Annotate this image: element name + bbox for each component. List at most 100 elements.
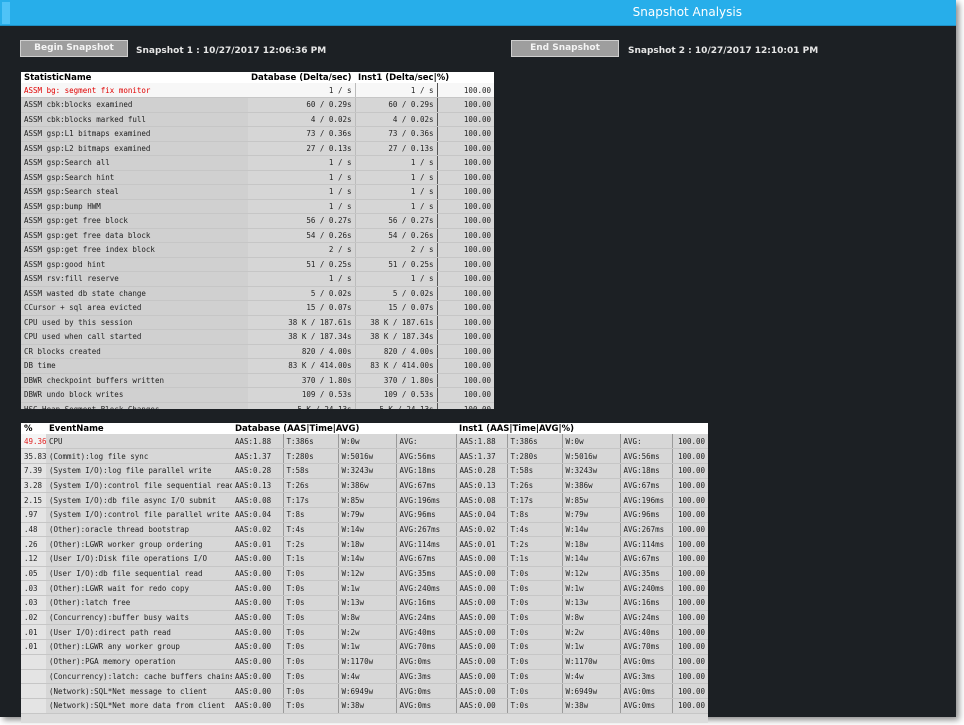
event-row[interactable]: .02 (Concurrency):buffer busy waits AAS:0.…: [21, 610, 708, 626]
db-time-cell: T:0s: [282, 566, 338, 582]
statistics-row[interactable]: CR blocks created 820 / 4.00s 820 / 4.00s 1…: [21, 344, 494, 359]
database-delta-cell: 370 / 1.80s: [248, 373, 355, 388]
statistics-row[interactable]: ASSM gsp:get free data block 54 / 0.26s 54…: [21, 228, 494, 243]
event-row[interactable]: (Network):SQL*Net more data from client A…: [21, 698, 708, 714]
inst1-percent-cell: 100.00: [436, 184, 494, 200]
db-time-cell: T:26s: [282, 478, 338, 494]
statistics-row[interactable]: ASSM gsp:L1 bitmaps examined 73 / 0.36s 73…: [21, 126, 494, 142]
statistics-row[interactable]: ASSM gsp:Search all 1 / s1 / s 100.00: [21, 155, 494, 171]
inst-avg-cell: AVG:16ms: [619, 595, 673, 611]
statistics-header-row: StatisticName Database (Delta/sec) Inst1…: [21, 72, 494, 83]
inst-time-cell: T:280s: [506, 448, 563, 464]
event-row[interactable]: 2.15 (System I/O):db file async I/O submi…: [21, 492, 708, 508]
statistics-table: StatisticName Database (Delta/sec) Inst1…: [21, 72, 494, 409]
db-aas-cell: AAS:0.00: [232, 595, 283, 611]
database-delta-cell: 56 / 0.27s: [248, 213, 355, 229]
statistics-row[interactable]: ASSM bg: segment fix monitor 1 / s1 / s 10…: [21, 83, 494, 98]
event-row[interactable]: .03 (Other):LGWR wait for redo copy AAS:0.…: [21, 580, 708, 597]
event-name-cell: (Other):oracle thread bootstrap: [46, 522, 232, 538]
statistics-row[interactable]: ASSM gsp:bump HWM 1 / s1 / s 100.00: [21, 199, 494, 214]
database-delta-cell: 27 / 0.13s: [248, 141, 355, 156]
statistics-row[interactable]: HSC Heap Segment Block Changes5 K / 24.1…: [21, 402, 494, 409]
event-row[interactable]: 3.28 (System I/O):control file sequential…: [21, 478, 708, 494]
event-row[interactable]: .26 (Other):LGWR worker group ordering AAS…: [21, 536, 708, 552]
db-aas-cell: AAS:1.37: [232, 448, 283, 464]
statistics-row[interactable]: ASSM gsp:good hint 51 / 0.25s 51 / 0.25s 10…: [21, 257, 494, 272]
inst-aas-cell: AAS:1.88: [455, 434, 508, 450]
percent-cell: .05: [21, 566, 46, 582]
percent-cell: 35.83: [21, 448, 46, 464]
col-header-inst1-aas[interactable]: Inst1 (AAS|Time|AVG|%): [456, 423, 708, 434]
inst-avg-cell: AVG:267ms: [619, 522, 673, 538]
event-row[interactable]: .12 (User I/O):Disk file operations I/O AA…: [21, 551, 708, 567]
col-header-database-delta[interactable]: Database (Delta/sec): [248, 72, 355, 83]
event-row[interactable]: .97 (System I/O):control file parallel wr…: [21, 507, 708, 523]
statistics-row[interactable]: DBWR checkpoint buffers written 370 / 1.8…: [21, 373, 494, 388]
percent-cell: .12: [21, 551, 46, 567]
statistics-row[interactable]: ASSM gsp:L2 bitmaps examined 27 / 0.13s 27…: [21, 141, 494, 156]
statistics-row[interactable]: CPU used by this session 38 K / 187.61s 38…: [21, 315, 494, 330]
inst-waits-cell: W:1170w: [561, 654, 621, 670]
db-waits-cell: W:12w: [337, 566, 396, 582]
inst-aas-cell: AAS:0.00: [455, 566, 508, 582]
statistics-row[interactable]: DBWR undo block writes 109 / 0.53s 109 / 0…: [21, 387, 494, 403]
col-header-inst1-delta[interactable]: Inst1 (Delta/sec|%): [355, 72, 494, 83]
col-header-event-name[interactable]: EventName: [46, 423, 232, 434]
inst-avg-cell: AVG:67ms: [619, 478, 673, 494]
db-avg-cell: AVG:114ms: [395, 536, 457, 552]
statistics-row[interactable]: ASSM cbk:blocks examined 60 / 0.29s 60 / 0…: [21, 97, 494, 113]
inst-percent-cell: 100.00: [671, 448, 708, 464]
db-avg-cell: AVG:0ms: [395, 654, 457, 670]
db-waits-cell: W:386w: [337, 478, 396, 494]
inst1-percent-cell: 100.00: [436, 170, 494, 185]
statistics-row[interactable]: DB time 83 K / 414.00s 83 K / 414.00s 100.0…: [21, 358, 494, 374]
statistics-row[interactable]: ASSM gsp:Search steal 1 / s1 / s 100.00: [21, 184, 494, 200]
inst-aas-cell: AAS:0.00: [455, 698, 508, 714]
inst1-percent-cell: 100.00: [436, 213, 494, 229]
database-delta-cell: 2 / s: [248, 242, 355, 258]
statistics-row[interactable]: ASSM cbk:blocks marked full 4 / 0.02s 4 / …: [21, 112, 494, 127]
event-row[interactable]: 49.36 CPU AAS:1.88 T:386s W:0w AVG: AAS:1.88 T:…: [21, 434, 708, 450]
event-row[interactable]: .48 (Other):oracle thread bootstrap AAS:0.…: [21, 522, 708, 538]
event-row[interactable]: .01 (Other):LGWR any worker group AAS:0.00…: [21, 639, 708, 655]
event-row[interactable]: .05 (User I/O):db file sequential read AAS…: [21, 566, 708, 582]
inst-avg-cell: AVG:67ms: [619, 551, 673, 567]
begin-snapshot-button[interactable]: Begin Snapshot: [20, 40, 128, 57]
db-avg-cell: AVG:16ms: [395, 595, 457, 611]
event-row[interactable]: (Network):SQL*Net message to client AAS:0…: [21, 683, 708, 699]
statistics-row[interactable]: CCursor + sql area evicted 15 / 0.07s 15 /…: [21, 300, 494, 316]
inst1-delta-cell: 83 K / 414.00s: [354, 358, 437, 374]
inst-percent-cell: 100.00: [671, 580, 708, 597]
event-row[interactable]: .01 (User I/O):direct path read AAS:0.00 T:…: [21, 624, 708, 641]
window-system-icon[interactable]: [2, 2, 10, 24]
inst1-delta-cell: 54 / 0.26s: [354, 228, 437, 243]
col-header-statistic-name[interactable]: StatisticName: [21, 72, 248, 83]
inst-time-cell: T:0s: [506, 639, 563, 655]
statistics-row[interactable]: ASSM gsp:get free index block 2 / s2 / s1…: [21, 242, 494, 258]
inst-percent-cell: 100.00: [671, 683, 708, 699]
event-row[interactable]: (Other):PGA memory operation AAS:0.00 T:0s…: [21, 654, 708, 670]
event-row[interactable]: 7.39 (System I/O):log file parallel write…: [21, 463, 708, 479]
db-aas-cell: AAS:0.28: [232, 463, 283, 479]
database-delta-cell: 5 / 0.02s: [248, 286, 355, 301]
db-waits-cell: W:14w: [337, 551, 396, 567]
statistics-row[interactable]: ASSM rsv:fill reserve 1 / s1 / s 100.00: [21, 271, 494, 287]
inst-avg-cell: AVG:24ms: [619, 610, 673, 626]
end-snapshot-button[interactable]: End Snapshot: [511, 40, 619, 57]
db-time-cell: T:0s: [282, 624, 338, 641]
statistics-row[interactable]: CPU used when call started 38 K / 187.34s…: [21, 329, 494, 345]
event-row[interactable]: .03 (Other):latch free AAS:0.00 T:0s W:13w AV…: [21, 595, 708, 611]
statistics-row[interactable]: ASSM gsp:get free block 56 / 0.27s 56 / 0.…: [21, 213, 494, 229]
col-header-percent[interactable]: %: [21, 423, 46, 434]
db-waits-cell: W:14w: [337, 522, 396, 538]
db-time-cell: T:4s: [282, 522, 338, 538]
db-time-cell: T:0s: [282, 639, 338, 655]
percent-cell: [21, 654, 46, 670]
statistics-row[interactable]: ASSM wasted db state change 5 / 0.02s 5 / …: [21, 286, 494, 301]
statistics-row[interactable]: ASSM gsp:Search hint 1 / s1 / s 100.00: [21, 170, 494, 185]
col-header-database-aas[interactable]: Database (AAS|Time|AVG): [232, 423, 457, 434]
inst1-delta-cell: 38 K / 187.61s: [354, 315, 437, 330]
event-row[interactable]: (Concurrency):latch: cache buffers chain…: [21, 669, 708, 685]
event-row[interactable]: 35.83 (Commit):log file sync AAS:1.37 T:280…: [21, 448, 708, 464]
database-delta-cell: 83 K / 414.00s: [248, 358, 355, 374]
